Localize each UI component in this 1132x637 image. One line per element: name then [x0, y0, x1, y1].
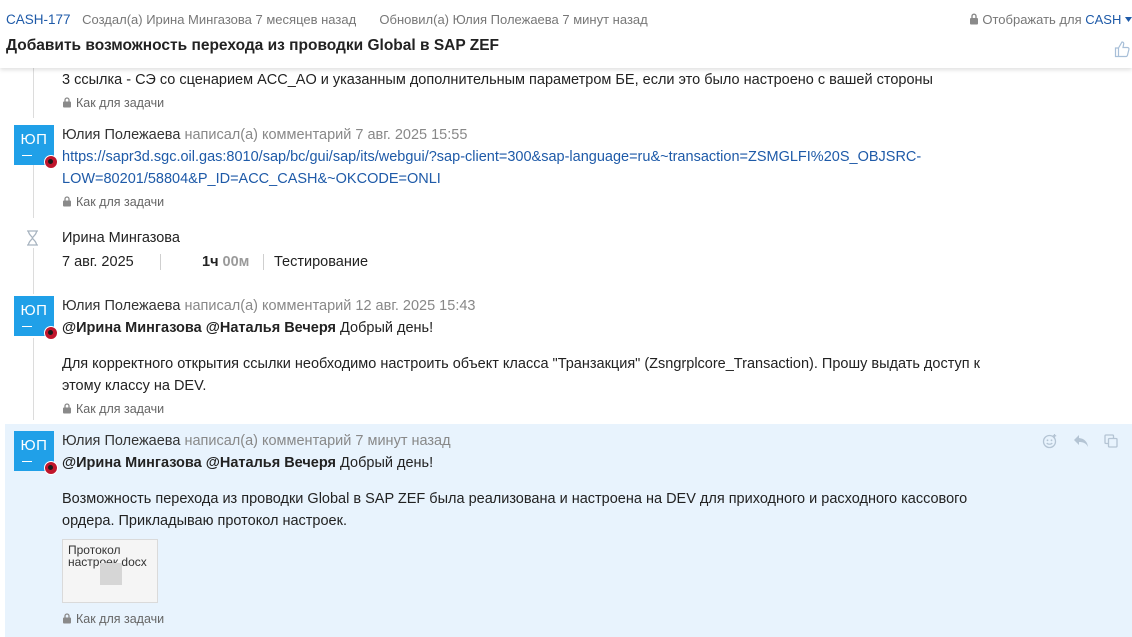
- lock-icon: [63, 403, 71, 414]
- avatar-initials: ЮП: [20, 131, 48, 148]
- copy-icon[interactable]: [1104, 434, 1118, 448]
- worklog-date: 7 авг. 2025: [62, 254, 134, 270]
- visibility-label: Отображать для: [982, 12, 1082, 27]
- avatar-initials: ЮП: [20, 302, 48, 319]
- comment-body-line2: ордера. Прикладываю протокол настроек.: [62, 513, 347, 529]
- comment-greeting-line: @Ирина Мингазова @Наталья Вечеря Добрый …: [62, 455, 433, 471]
- comment-body-line1: Для корректного открытия ссылки необходи…: [62, 356, 980, 372]
- page-title: Добавить возможность перехода из проводк…: [6, 37, 499, 54]
- lock-icon: [63, 97, 71, 108]
- lock-icon: [969, 13, 978, 25]
- lock-icon: [63, 196, 71, 207]
- lock-icon: [63, 613, 71, 624]
- comment-header: Юлия Полежаева написал(а) комментарий 7 …: [62, 433, 451, 449]
- comment-privacy: Как для задачи: [62, 96, 164, 110]
- greeting-text: Добрый день!: [340, 320, 434, 336]
- comment-body-line1: Возможность перехода из проводки Global …: [62, 491, 968, 507]
- status-badge: [44, 461, 58, 475]
- worklog-status: Тестирование: [274, 254, 369, 270]
- comment-greeting-line: @Ирина Мингазова @Наталья Вечеря Добрый …: [62, 320, 433, 336]
- created-info: Создал(а) Ирина Мингазова 7 месяцев наза…: [82, 12, 357, 27]
- updated-info: Обновил(а) Юлия Полежаева 7 минут назад: [379, 12, 648, 27]
- avatar-initials: ЮП: [20, 437, 48, 454]
- avatar[interactable]: ЮП: [14, 431, 58, 475]
- issue-key-link[interactable]: CASH-177: [6, 12, 71, 27]
- mention-link[interactable]: @Наталья Вечеря: [206, 320, 336, 336]
- emoji-icon[interactable]: [1042, 433, 1058, 449]
- comment-author[interactable]: Юлия Полежаева: [62, 433, 180, 449]
- comment-link-line2[interactable]: LOW=80201/58804&P_ID=ACC_CASH&~OKCODE=ON…: [62, 171, 441, 187]
- comment-action: написал(а) комментарий 7 авг. 2025 15:55: [184, 127, 468, 143]
- comment-privacy: Как для задачи: [62, 195, 164, 209]
- like-icon[interactable]: [1114, 40, 1130, 58]
- worklog-author[interactable]: Ирина Мингазова: [62, 230, 180, 246]
- greeting-text: Добрый день!: [340, 455, 434, 471]
- reply-icon[interactable]: [1073, 434, 1089, 448]
- visibility-value: CASH: [1085, 12, 1122, 27]
- worklog-duration: 1ч 00м: [202, 254, 250, 270]
- mention-link[interactable]: @Ирина Мингазова: [62, 455, 202, 471]
- hourglass-icon: [27, 230, 38, 246]
- comment-body-line2: этому классу на DEV.: [62, 378, 207, 394]
- comment-author[interactable]: Юлия Полежаева: [62, 298, 180, 314]
- issue-meta-row: CASH-177 Создал(а) Ирина Мингазова 7 мес…: [6, 12, 648, 27]
- comment-text: 3 ссылка - СЭ со сценарием ACC_AO и указ…: [62, 72, 933, 88]
- comment-header: Юлия Полежаева написал(а) комментарий 12…: [62, 298, 475, 314]
- comment-privacy: Как для задачи: [62, 402, 164, 416]
- comment-privacy: Как для задачи: [62, 612, 164, 626]
- attachment-thumbnail[interactable]: Протокол настроек.docx: [62, 539, 158, 603]
- comment-link-line1[interactable]: https://sapr3d.sgc.oil.gas:8010/sap/bc/g…: [62, 149, 921, 165]
- issue-header: CASH-177 Создал(а) Ирина Мингазова 7 мес…: [0, 0, 1132, 68]
- mention-link[interactable]: @Наталья Вечеря: [206, 455, 336, 471]
- chevron-down-icon: [1125, 17, 1132, 22]
- status-badge: [44, 326, 58, 340]
- comment-action: написал(а) комментарий 12 авг. 2025 15:4…: [184, 298, 476, 314]
- avatar[interactable]: ЮП: [14, 296, 58, 340]
- comment-header: Юлия Полежаева написал(а) комментарий 7 …: [62, 127, 467, 143]
- mention-link[interactable]: @Ирина Мингазова: [62, 320, 202, 336]
- activity-feed: 3 ссылка - СЭ со сценарием ACC_AO и указ…: [0, 68, 1132, 637]
- file-icon: [100, 563, 122, 585]
- avatar[interactable]: ЮП: [14, 125, 58, 169]
- comment-author[interactable]: Юлия Полежаева: [62, 127, 180, 143]
- visibility-selector[interactable]: Отображать для CASH: [969, 12, 1132, 27]
- status-badge: [44, 155, 58, 169]
- comment-action: написал(а) комментарий 7 минут назад: [184, 433, 451, 449]
